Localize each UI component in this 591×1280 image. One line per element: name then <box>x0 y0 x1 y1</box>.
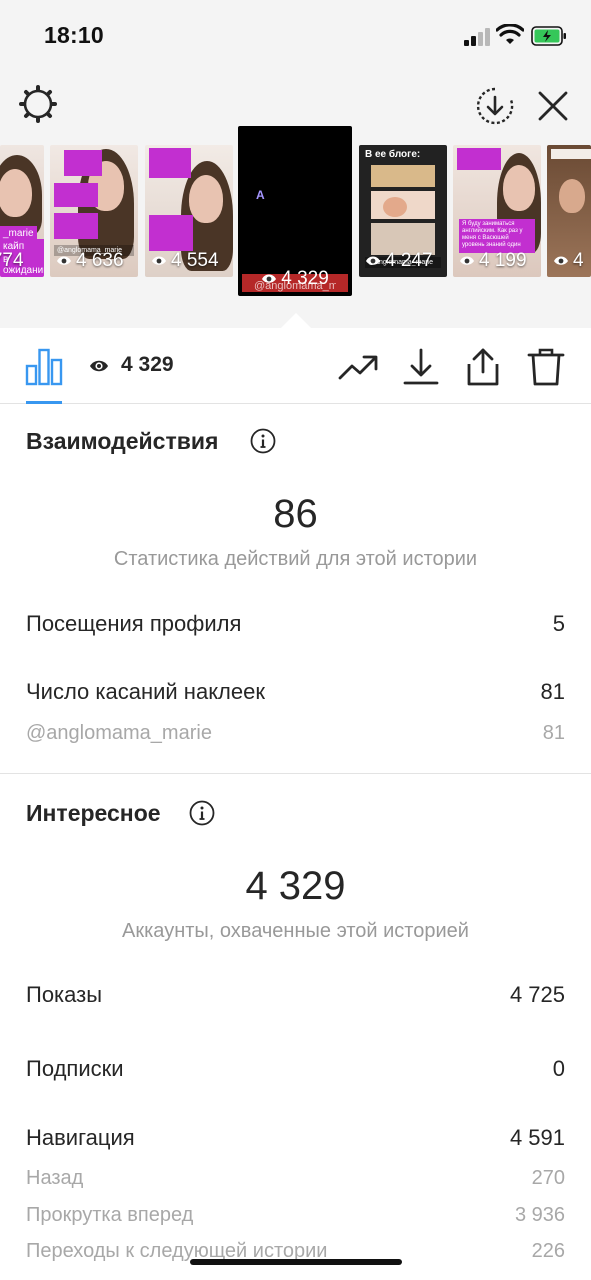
story-views: 4 <box>547 249 591 273</box>
story-views: 4 199 <box>453 249 541 273</box>
story-action-bar: 4 329 <box>0 328 591 404</box>
status-bar: 18:10 <box>0 0 591 70</box>
interactions-total: 86 <box>273 492 318 536</box>
stat-label-impressions: Показы <box>26 982 103 1007</box>
stat-label-navigation: Навигация <box>26 1125 135 1150</box>
stat-label-follows: Подписки <box>26 1056 124 1081</box>
story-thumbnail[interactable]: В ее блоге: @anglomama_marie 4 247 <box>359 145 447 277</box>
story-views: 4 329 <box>238 268 352 290</box>
story-thumbnail[interactable]: 4 554 <box>145 145 233 277</box>
story-thumbnail[interactable]: @anglomama_marie 4 636 <box>50 145 138 277</box>
story-views: 4 554 <box>145 249 233 273</box>
stat-label-profile-visits: Посещения профиля <box>26 611 242 636</box>
eye-icon <box>554 256 568 265</box>
insights-bar-chart-icon[interactable] <box>24 346 64 386</box>
section-divider <box>0 773 591 774</box>
stat-value-forward: 3 936 <box>514 1204 565 1226</box>
eye-icon <box>90 360 108 372</box>
story-views-count: 4 199 <box>479 250 527 271</box>
stat-value-impressions: 4 725 <box>509 982 565 1007</box>
eye-icon <box>57 256 71 265</box>
wifi-icon <box>496 24 524 44</box>
share-icon[interactable] <box>462 346 504 388</box>
section-title-interactions: Взаимодействия <box>26 428 219 454</box>
story-views-count: 4 247 <box>385 250 433 271</box>
reach-total: 4 329 <box>245 864 346 908</box>
reach-caption: Аккаунты, охваченные этой историей <box>122 920 469 942</box>
stat-label-sticker-taps: Число касаний наклеек <box>26 679 265 704</box>
close-icon[interactable] <box>536 89 570 123</box>
story-caption-tag: Я буду заниматься английским. Как раз у … <box>459 219 535 253</box>
story-thumbnail-selected[interactable]: A @anglomama_marie 4 329 <box>238 126 352 296</box>
interactions-caption: Статистика действий для этой истории <box>113 548 478 570</box>
download-circle-icon[interactable] <box>475 86 515 126</box>
stat-value-profile-visits: 5 <box>552 611 565 636</box>
home-indicator[interactable] <box>190 1259 402 1265</box>
story-views-count: 4 <box>573 250 584 271</box>
stat-value-next-story: 226 <box>531 1240 565 1262</box>
battery-icon <box>531 26 566 46</box>
trend-promote-icon[interactable] <box>337 346 379 388</box>
info-icon[interactable] <box>250 428 276 454</box>
story-views-count: 4 329 <box>281 268 329 289</box>
settings-gear-icon[interactable] <box>18 84 58 124</box>
info-icon[interactable] <box>189 800 215 826</box>
stat-label-mention: @anglomama_marie <box>26 722 212 744</box>
stat-value-navigation: 4 591 <box>509 1125 565 1150</box>
eye-icon <box>262 274 277 283</box>
story-views-count: 4 774 <box>0 250 24 271</box>
story-thumbnail[interactable]: 4 <box>547 145 591 277</box>
views-count: 4 329 <box>121 353 174 376</box>
eye-icon <box>366 256 380 265</box>
story-views-count: 4 636 <box>76 250 124 271</box>
stat-label-forward: Прокрутка вперед <box>26 1204 194 1226</box>
stat-label-back: Назад <box>26 1167 84 1189</box>
story-views-count: 4 554 <box>171 250 219 271</box>
section-title-discovery: Интересное <box>26 800 161 826</box>
story-header-text: В ее блоге: <box>365 149 421 160</box>
stat-value-sticker-taps: 81 <box>540 679 565 704</box>
status-time: 18:10 <box>44 22 104 48</box>
story-views: 4 636 <box>50 249 138 273</box>
stat-value-mention: 81 <box>542 722 565 744</box>
active-tab-indicator <box>26 401 62 404</box>
eye-icon <box>460 256 474 265</box>
story-views: 4 774 <box>0 249 44 273</box>
download-icon[interactable] <box>400 346 442 388</box>
selected-story-pointer <box>280 313 312 329</box>
story-thumbnail[interactable]: Я буду заниматься английским. Как раз у … <box>453 145 541 277</box>
trash-icon[interactable] <box>525 346 567 388</box>
stat-value-follows: 0 <box>552 1056 565 1081</box>
eye-icon <box>152 256 166 265</box>
story-thumbnail[interactable]: _marie кайп уроки в ожидании 4 774 <box>0 145 44 277</box>
cellular-signal-icon <box>464 28 490 46</box>
story-views: 4 247 <box>359 249 447 273</box>
stat-value-back: 270 <box>531 1167 565 1189</box>
story-sticker-letter: A <box>256 188 265 202</box>
